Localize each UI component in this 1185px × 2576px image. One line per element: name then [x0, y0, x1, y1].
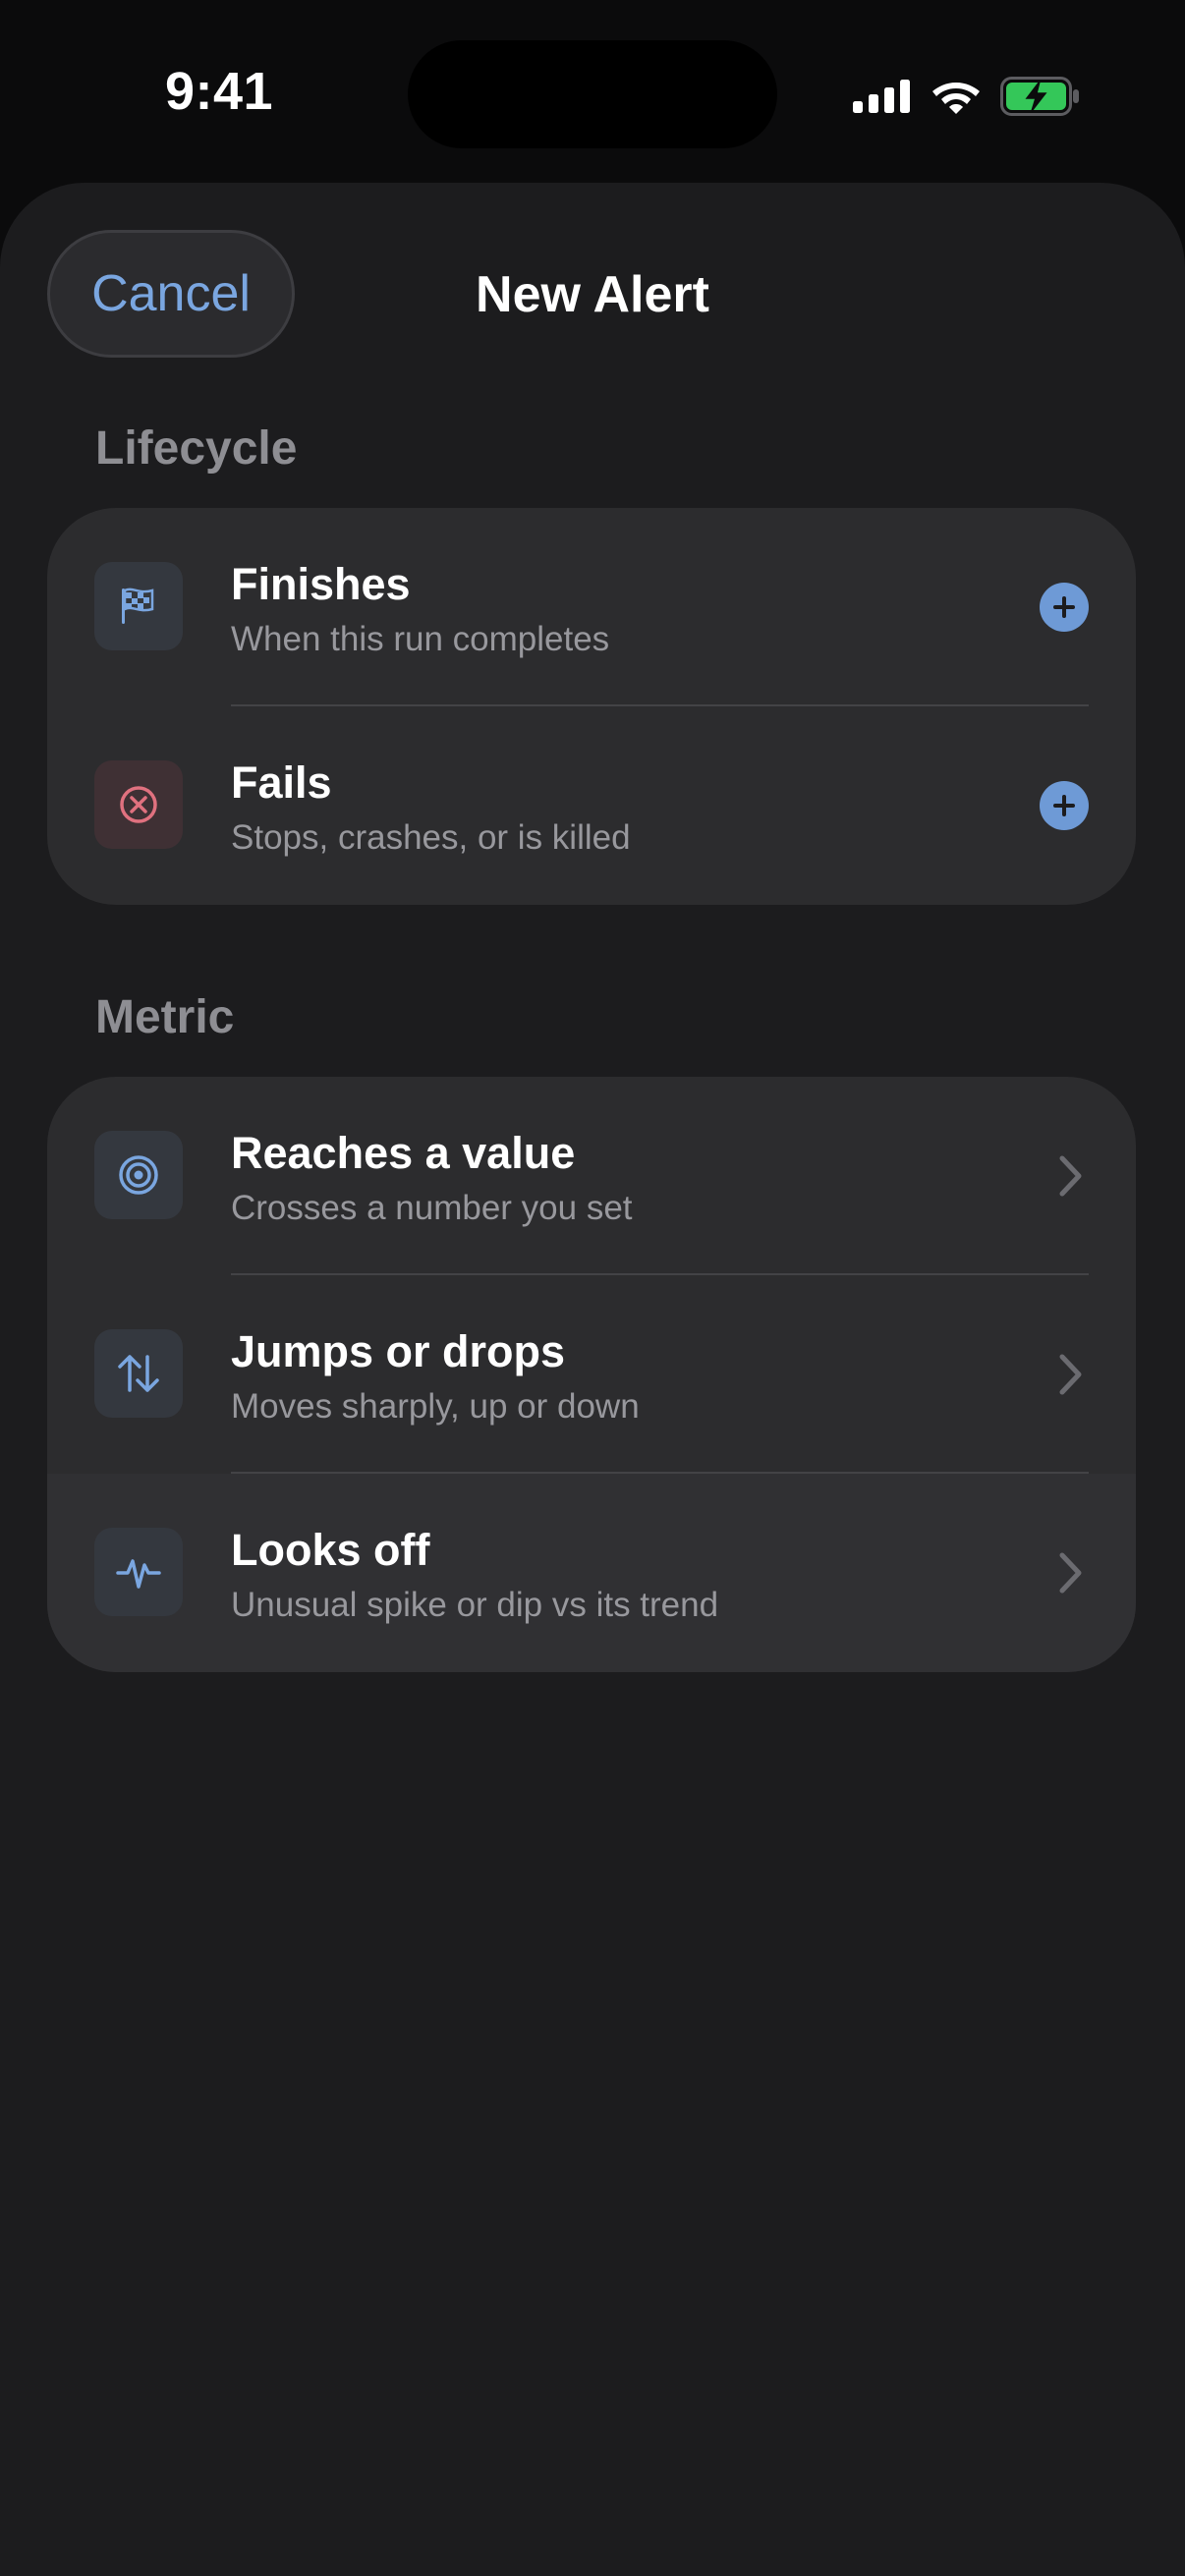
chevron-right-icon: [1059, 1155, 1082, 1197]
chevron-right-icon: [1059, 1552, 1082, 1594]
new-alert-sheet: Cancel New Alert Lifecycle Finishes When…: [0, 183, 1185, 2576]
add-finishes-button[interactable]: [1040, 583, 1089, 632]
row-subtitle: Crosses a number you set: [231, 1189, 633, 1227]
row-subtitle: Unusual spike or dip vs its trend: [231, 1586, 719, 1624]
plus-icon: [1053, 596, 1075, 618]
dynamic-island: [408, 40, 777, 148]
icon-tile: [94, 1329, 183, 1418]
metric-card: Reaches a value Crosses a number you set…: [47, 1077, 1136, 1672]
row-title: Finishes: [231, 559, 411, 609]
page-title: New Alert: [476, 266, 709, 323]
section-title-metric: Metric: [95, 991, 235, 1043]
icon-tile: [94, 760, 183, 849]
row-subtitle: Moves sharply, up or down: [231, 1387, 640, 1426]
alert-option-finishes[interactable]: Finishes When this run completes: [47, 508, 1136, 706]
up-down-arrows-icon: [118, 1355, 159, 1392]
x-circle-icon: [120, 786, 157, 823]
row-title: Looks off: [231, 1525, 430, 1575]
status-bar: 9:41: [0, 0, 1185, 177]
checkered-flag-icon: [122, 588, 154, 624]
alert-option-reaches-a-value[interactable]: Reaches a value Crosses a number you set: [47, 1077, 1136, 1275]
row-subtitle: When this run completes: [231, 620, 610, 658]
icon-tile: [94, 1131, 183, 1219]
add-fails-button[interactable]: [1040, 781, 1089, 830]
target-icon: [119, 1155, 158, 1195]
battery-charging-icon: [1000, 77, 1079, 116]
pulse-icon: [116, 1559, 161, 1589]
section-title-lifecycle: Lifecycle: [95, 422, 298, 475]
row-title: Jumps or drops: [231, 1326, 566, 1376]
alert-option-fails[interactable]: Fails Stops, crashes, or is killed: [47, 706, 1136, 905]
lifecycle-card: Finishes When this run completes Fails S…: [47, 508, 1136, 905]
status-icons: [853, 75, 1081, 118]
icon-tile: [94, 1528, 183, 1616]
chevron-right-icon: [1059, 1354, 1082, 1395]
wifi-icon: [932, 83, 980, 114]
row-subtitle: Stops, crashes, or is killed: [231, 818, 631, 857]
cellular-signal-icon: [853, 80, 910, 113]
alert-option-looks-off[interactable]: Looks off Unusual spike or dip vs its tr…: [47, 1474, 1136, 1672]
plus-icon: [1053, 795, 1075, 816]
alert-option-jumps-or-drops[interactable]: Jumps or drops Moves sharply, up or down: [47, 1275, 1136, 1474]
status-time: 9:41: [165, 62, 274, 121]
row-title: Reaches a value: [231, 1128, 576, 1178]
row-title: Fails: [231, 757, 332, 808]
icon-tile: [94, 562, 183, 650]
